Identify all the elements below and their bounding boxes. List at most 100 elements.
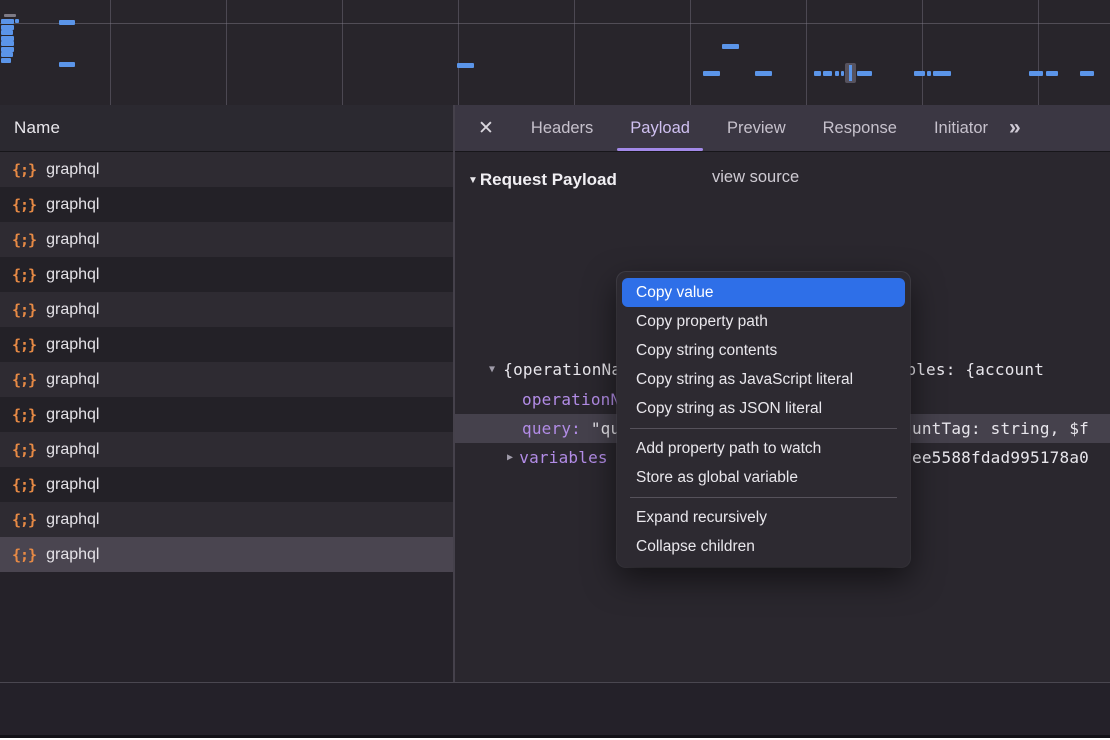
overview-request-bar	[814, 71, 821, 76]
request-name-label: graphql	[46, 161, 99, 179]
request-name-label: graphql	[46, 476, 99, 494]
json-braces-icon: {;}	[12, 511, 36, 529]
request-row[interactable]: {;} graphql	[0, 362, 453, 397]
overview-gridline	[922, 0, 923, 105]
json-braces-icon: {;}	[12, 406, 36, 424]
overview-gridline	[806, 0, 807, 105]
tab-preview[interactable]: Preview	[712, 105, 801, 151]
overview-gridline	[226, 0, 227, 105]
menu-item-copy-string-as-javascript-literal[interactable]: Copy string as JavaScript literal	[617, 365, 910, 394]
request-name-label: graphql	[46, 231, 99, 249]
request-name-label: graphql	[46, 371, 99, 389]
view-source-link[interactable]: view source	[712, 168, 799, 187]
detail-tabbar: ✕ HeadersPayloadPreviewResponseInitiator…	[455, 105, 1110, 152]
menu-item-copy-property-path[interactable]: Copy property path	[617, 307, 910, 336]
request-row[interactable]: {;} graphql	[0, 222, 453, 257]
request-list: {;} graphql {;} graphql {;} graphql {;} graphql…	[0, 152, 453, 572]
menu-item-copy-string-as-json-literal[interactable]: Copy string as JSON literal	[617, 394, 910, 423]
overview-request-bar	[1, 30, 13, 35]
tab-headers[interactable]: Headers	[516, 105, 608, 151]
tab-response[interactable]: Response	[808, 105, 912, 151]
devtools-network-panel: Name ✕ HeadersPayloadPreviewResponseInit…	[0, 0, 1110, 740]
request-name-label: graphql	[46, 511, 99, 529]
request-name-label: graphql	[46, 301, 99, 319]
menu-item-copy-value[interactable]: Copy value	[622, 278, 905, 307]
request-name-label: graphql	[46, 196, 99, 214]
menu-item-store-as-global-variable[interactable]: Store as global variable	[617, 463, 910, 492]
request-row[interactable]: {;} graphql	[0, 467, 453, 502]
overview-selected-request-bar	[849, 65, 852, 81]
tab-payload[interactable]: Payload	[615, 105, 705, 151]
request-row[interactable]: {;} graphql	[0, 397, 453, 432]
context-menu: Copy valueCopy property pathCopy string …	[617, 272, 910, 567]
collapse-triangle-icon[interactable]: ▼	[468, 175, 478, 186]
overview-request-bar	[1046, 71, 1058, 76]
json-braces-icon: {;}	[12, 231, 36, 249]
json-braces-icon: {;}	[12, 266, 36, 284]
request-row[interactable]: {;} graphql	[0, 537, 453, 572]
overview-selected-request-marker	[845, 63, 856, 83]
request-name-label: graphql	[46, 406, 99, 424]
json-braces-icon: {;}	[12, 371, 36, 389]
overview-request-bar	[1, 52, 13, 57]
overview-request-bar	[1, 58, 11, 63]
menu-item-expand-recursively[interactable]: Expand recursively	[617, 503, 910, 532]
json-braces-icon: {;}	[12, 441, 36, 459]
request-row[interactable]: {;}graphql	[0, 187, 453, 222]
property-value-left: "qu	[591, 419, 621, 438]
overview-gridline	[458, 0, 459, 105]
overview-request-bar	[722, 44, 739, 49]
network-overview-timeline[interactable]	[0, 0, 1110, 106]
json-braces-icon: {;}	[12, 476, 36, 494]
tab-initiator[interactable]: Initiator	[919, 105, 1003, 151]
overview-request-bar	[841, 71, 844, 76]
request-row[interactable]: {;} graphql	[0, 502, 453, 537]
overview-request-bar	[857, 71, 872, 76]
overview-gridline	[690, 0, 691, 105]
overview-request-bar	[1080, 71, 1094, 76]
overview-request-bar	[15, 19, 19, 23]
name-column-label: Name	[14, 118, 60, 138]
json-braces-icon: {;}	[12, 546, 36, 564]
property-value-right: untTag: string, $f	[912, 419, 1089, 438]
overview-request-bar	[927, 71, 931, 76]
request-row[interactable]: {;}graphql	[0, 292, 453, 327]
menu-item-collapse-children[interactable]: Collapse children	[617, 532, 910, 561]
expand-triangle-icon[interactable]: ▶	[507, 452, 513, 463]
request-row[interactable]: {;} graphql	[0, 152, 453, 187]
overview-request-bar	[933, 71, 951, 76]
request-name-label: graphql	[46, 441, 99, 459]
menu-item-copy-string-contents[interactable]: Copy string contents	[617, 336, 910, 365]
request-list-empty-area	[0, 572, 453, 682]
overview-request-bar	[457, 63, 474, 68]
json-braces-icon: {;}	[12, 161, 36, 179]
request-name-label: graphql	[46, 336, 99, 354]
menu-separator	[630, 428, 897, 429]
request-name-label: graphql	[46, 266, 99, 284]
overview-gridline	[342, 0, 343, 105]
overview-horizontal-gridline	[0, 23, 1110, 24]
request-row[interactable]: {;} graphql	[0, 257, 453, 292]
overview-request-bar	[1029, 71, 1043, 76]
request-payload-section-header[interactable]: ▼Request Payload	[468, 166, 617, 194]
overview-request-bar	[1, 19, 14, 24]
property-key: variables	[519, 448, 608, 467]
overview-request-bar	[823, 71, 832, 76]
overview-gridline	[574, 0, 575, 105]
request-row[interactable]: {;} graphql	[0, 327, 453, 362]
overview-request-bar	[59, 20, 75, 25]
json-braces-icon: {;}	[12, 336, 36, 354]
menu-item-add-property-path-to-watch[interactable]: Add property path to watch	[617, 434, 910, 463]
overview-request-bar	[835, 71, 839, 76]
overflow-tabs-icon[interactable]: »	[1009, 116, 1019, 140]
panel-divider[interactable]	[453, 105, 455, 735]
request-row[interactable]: {;} graphql	[0, 432, 453, 467]
name-column-header[interactable]: Name	[0, 105, 453, 152]
overview-request-bar	[703, 71, 720, 76]
overview-gridline	[1038, 0, 1039, 105]
overview-request-bar	[914, 71, 925, 76]
request-name-label: graphql	[46, 546, 99, 564]
overview-request-bar	[59, 62, 75, 67]
close-icon[interactable]: ✕	[478, 119, 494, 138]
expand-triangle-icon[interactable]: ▼	[489, 364, 495, 375]
